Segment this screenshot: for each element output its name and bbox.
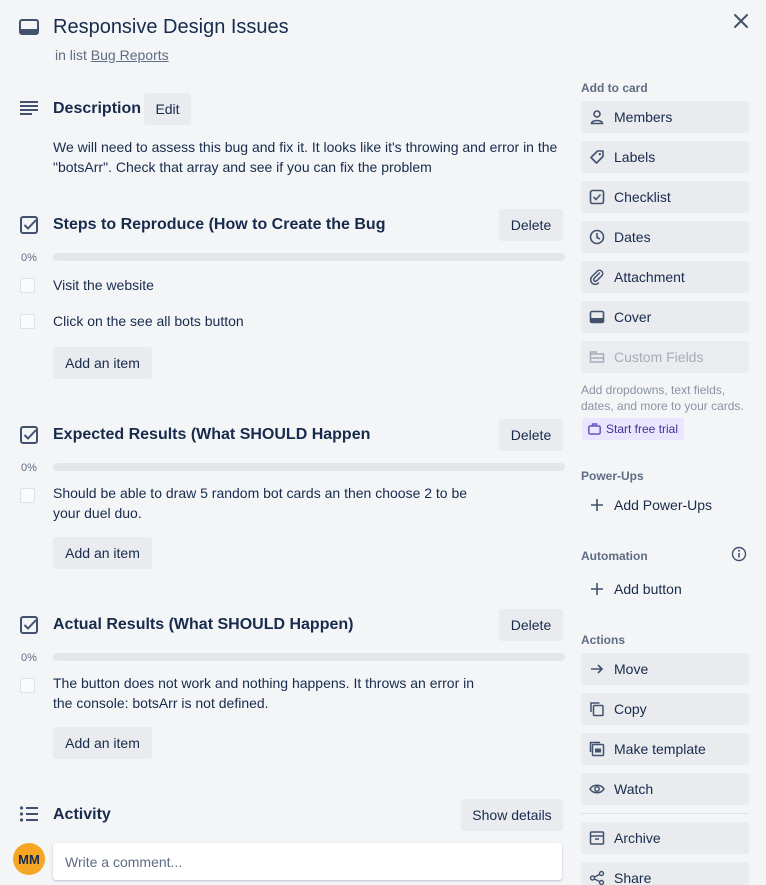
plus-icon xyxy=(591,583,603,595)
checklist-title[interactable]: Expected Results (What SHOULD Happen xyxy=(53,426,370,444)
archive-icon xyxy=(589,831,605,845)
activity-heading: Activity xyxy=(53,806,111,823)
delete-checklist-button[interactable]: Delete xyxy=(499,209,563,241)
briefcase-icon xyxy=(588,423,601,435)
description-heading: Description xyxy=(53,100,142,117)
checklist-title[interactable]: Steps to Reproduce (How to Create the Bu… xyxy=(53,216,385,234)
custom-fields-help-text: Add dropdowns, text fields, dates, and m… xyxy=(581,383,744,413)
start-free-trial-label: Start free trial xyxy=(606,422,679,436)
cover-icon xyxy=(589,310,605,324)
checklist-progress-percent: 0% xyxy=(21,652,37,664)
make-template-label: Make template xyxy=(614,741,706,757)
dates-label: Dates xyxy=(614,229,651,245)
arrow-right-icon xyxy=(591,664,604,674)
info-icon[interactable] xyxy=(731,546,747,562)
add-automation-button[interactable]: Add button xyxy=(581,573,749,605)
list-breadcrumb: in list Bug Reports xyxy=(55,47,169,63)
tag-icon xyxy=(590,150,604,164)
list-link[interactable]: Bug Reports xyxy=(91,47,169,63)
add-item-button[interactable]: Add an item xyxy=(53,537,152,569)
cover-button[interactable]: Cover xyxy=(581,301,749,333)
description-text[interactable]: We will need to assess this bug and fix … xyxy=(53,137,565,177)
delete-checklist-button[interactable]: Delete xyxy=(499,609,563,641)
share-button[interactable]: Share xyxy=(581,862,749,885)
move-button[interactable]: Move xyxy=(581,653,749,685)
attachment-button[interactable]: Attachment xyxy=(581,261,749,293)
share-icon xyxy=(589,870,605,885)
add-item-button[interactable]: Add an item xyxy=(53,727,152,759)
add-power-ups-button[interactable]: Add Power-Ups xyxy=(581,489,749,521)
add-power-ups-label: Add Power-Ups xyxy=(614,497,713,513)
checklist-item[interactable]: Click on the see all bots button xyxy=(53,311,483,331)
members-button[interactable]: Members xyxy=(581,101,749,133)
comment-input[interactable] xyxy=(53,843,562,880)
card-icon xyxy=(19,19,39,35)
avatar[interactable]: MM xyxy=(13,843,45,875)
checklist-item[interactable]: Visit the website xyxy=(53,275,483,295)
power-ups-label: Power-Ups xyxy=(581,469,644,483)
edit-description-button[interactable]: Edit xyxy=(144,93,191,125)
custom-fields-icon xyxy=(589,351,605,363)
checklist-icon xyxy=(20,426,38,444)
description-icon xyxy=(20,101,38,115)
activity-icon xyxy=(19,806,38,822)
checklist-item[interactable]: Should be able to draw 5 random bot card… xyxy=(53,483,483,523)
checklist-label: Checklist xyxy=(614,189,671,205)
checklist-item-checkbox[interactable] xyxy=(20,314,35,329)
labels-button[interactable]: Labels xyxy=(581,141,749,173)
actions-label: Actions xyxy=(581,633,626,647)
close-icon[interactable] xyxy=(728,8,754,34)
checklist-item-checkbox[interactable] xyxy=(20,488,35,503)
labels-label: Labels xyxy=(614,149,656,165)
make-template-button[interactable]: Make template xyxy=(581,733,749,765)
checklist-item[interactable]: The button does not work and nothing hap… xyxy=(53,673,483,713)
copy-label: Copy xyxy=(614,701,647,717)
clock-icon xyxy=(589,229,605,245)
add-to-card-label: Add to card xyxy=(581,81,648,95)
checklist-progress-percent: 0% xyxy=(21,462,37,474)
in-list-prefix: in list xyxy=(55,47,87,63)
copy-icon xyxy=(590,702,604,717)
checkbox-icon xyxy=(589,189,605,205)
checklist-progress-bar xyxy=(53,463,565,471)
share-label: Share xyxy=(614,870,652,885)
custom-fields-label: Custom Fields xyxy=(614,349,704,365)
custom-fields-button[interactable]: Custom Fields xyxy=(581,341,749,373)
watch-button[interactable]: Watch xyxy=(581,773,749,805)
template-icon xyxy=(589,741,605,757)
checklist-item-checkbox[interactable] xyxy=(20,278,35,293)
checklist-icon xyxy=(20,616,38,634)
archive-button[interactable]: Archive xyxy=(581,822,749,854)
plus-icon xyxy=(591,499,603,511)
show-details-button[interactable]: Show details xyxy=(461,799,563,831)
copy-button[interactable]: Copy xyxy=(581,693,749,725)
automation-label: Automation xyxy=(581,549,648,563)
dates-button[interactable]: Dates xyxy=(581,221,749,253)
eye-icon xyxy=(589,784,605,794)
cover-label: Cover xyxy=(614,309,652,325)
checklist-progress-bar xyxy=(53,253,565,261)
actions-divider xyxy=(581,813,749,814)
checklist-progress-percent: 0% xyxy=(21,252,37,264)
checklist-title[interactable]: Actual Results (What SHOULD Happen) xyxy=(53,616,353,634)
delete-checklist-button[interactable]: Delete xyxy=(499,419,563,451)
checklist-button[interactable]: Checklist xyxy=(581,181,749,213)
checklist-icon xyxy=(20,216,38,234)
members-label: Members xyxy=(614,109,673,125)
attachment-label: Attachment xyxy=(614,269,685,285)
add-item-button[interactable]: Add an item xyxy=(53,347,152,379)
move-label: Move xyxy=(614,661,649,677)
checklist-progress-bar xyxy=(53,653,565,661)
card-title[interactable]: Responsive Design Issues xyxy=(53,16,289,39)
add-button-label: Add button xyxy=(614,581,682,597)
start-free-trial-button[interactable]: Start free trial xyxy=(582,418,685,440)
person-icon xyxy=(590,110,604,125)
checklist-item-checkbox[interactable] xyxy=(20,678,35,693)
paperclip-icon xyxy=(589,269,604,285)
watch-label: Watch xyxy=(614,781,654,797)
archive-label: Archive xyxy=(614,830,661,846)
